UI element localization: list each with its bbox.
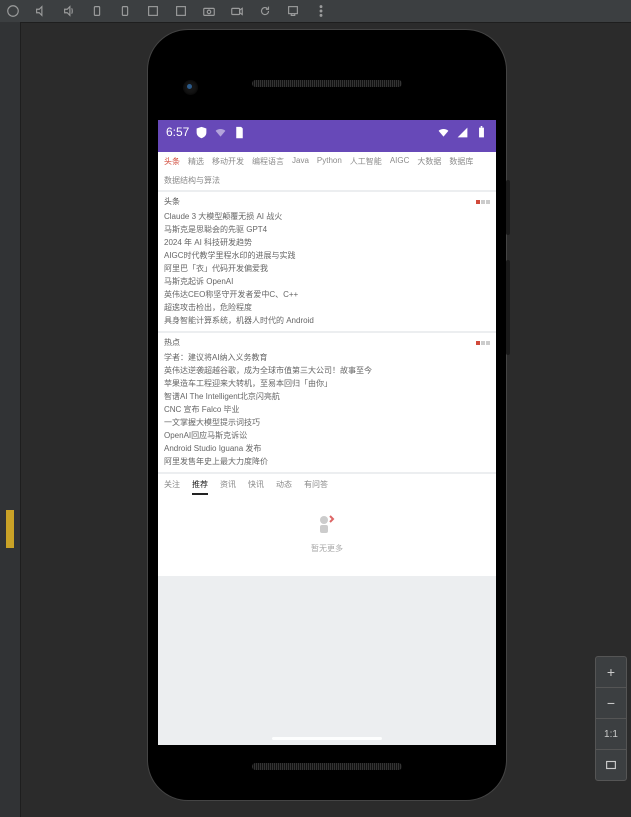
gutter-warning-mark xyxy=(6,510,14,548)
zoom-out-button[interactable]: − xyxy=(596,688,626,719)
empty-text: 暂无更多 xyxy=(158,543,496,554)
ide-toolbar xyxy=(0,0,631,23)
device-screen: 6:57 头条精选移动开发编程语言JavaPython人工智能AIGC大数据数据… xyxy=(158,120,496,745)
power-button[interactable] xyxy=(506,180,510,235)
empty-illustration-icon xyxy=(315,513,339,537)
article-link[interactable]: 学者：建议将AI纳入义务教育 xyxy=(164,351,490,364)
section-title: 热点 xyxy=(164,337,180,348)
article-link[interactable]: 苹果造车工程迎来大转机，至易本回归「由你」 xyxy=(164,377,490,390)
feed-tab[interactable]: 关注 xyxy=(164,479,180,495)
article-link[interactable]: 一文掌握大模型提示词技巧 xyxy=(164,416,490,429)
feed-tab[interactable]: 动态 xyxy=(276,479,292,495)
category-tab[interactable]: 数据库 xyxy=(449,156,473,167)
pager-dots[interactable] xyxy=(475,338,490,347)
volume-button[interactable] xyxy=(506,260,510,355)
status-time: 6:57 xyxy=(166,125,189,139)
sd-card-icon xyxy=(233,126,246,139)
article-link[interactable]: Claude 3 大模型颠覆无损 AI 战火 xyxy=(164,210,490,223)
feed-tab[interactable]: 推荐 xyxy=(192,479,208,495)
category-tab[interactable]: 编程语言 xyxy=(252,156,284,167)
category-tab[interactable]: AIGC xyxy=(390,156,410,167)
article-link[interactable]: 阿里发售年史上最大力度降价 xyxy=(164,455,490,468)
volume-up-icon[interactable] xyxy=(62,4,76,18)
bottom-speaker xyxy=(252,763,402,770)
signal-icon xyxy=(456,126,469,139)
wifi-dim-icon xyxy=(214,126,227,139)
status-bar: 6:57 xyxy=(158,120,496,144)
article-link[interactable]: 英伟达逆袭超越谷歌，成为全球市值第三大公司！故事至今 xyxy=(164,364,490,377)
editor-gutter xyxy=(0,22,21,817)
front-camera xyxy=(183,80,198,95)
article-link[interactable]: 马斯克起诉 OpenAI xyxy=(164,275,490,288)
article-link[interactable]: Android Studio Iguana 发布 xyxy=(164,442,490,455)
category-tab[interactable]: 头条 xyxy=(164,156,180,167)
headline-section: 热点学者：建议将AI纳入义务教育英伟达逆袭超越谷歌，成为全球市值第三大公司！故事… xyxy=(158,333,496,472)
category-tab[interactable]: 移动开发 xyxy=(212,156,244,167)
article-link[interactable]: AIGC时代教学里程水印的进展与实践 xyxy=(164,249,490,262)
article-link[interactable]: OpenAI回应马斯克诉讼 xyxy=(164,429,490,442)
square-icon[interactable] xyxy=(174,4,188,18)
article-link[interactable]: 超逘攻击检出，危险程度 xyxy=(164,301,490,314)
section-title: 头条 xyxy=(164,196,180,207)
zoom-fit-button[interactable] xyxy=(596,750,626,780)
device-frame: 6:57 头条精选移动开发编程语言JavaPython人工智能AIGC大数据数据… xyxy=(148,30,506,800)
category-tabs: 头条精选移动开发编程语言 Java Python 人工智能 AIGC 大数据数据库数据结构… xyxy=(158,152,496,190)
more-icon[interactable] xyxy=(146,4,160,18)
volume-down-icon[interactable] xyxy=(34,4,48,18)
back-icon[interactable] xyxy=(6,4,20,18)
record-icon[interactable] xyxy=(230,4,244,18)
category-tab[interactable]: Java xyxy=(292,156,309,167)
article-link[interactable]: 具身智能计算系统，机器人时代的 Android xyxy=(164,314,490,327)
category-tab[interactable]: 数据结构与算法 xyxy=(164,175,220,186)
earpiece-speaker xyxy=(252,80,402,87)
zoom-1to1-button[interactable]: 1:1 xyxy=(596,719,626,750)
feed-tab[interactable]: 快讯 xyxy=(248,479,264,495)
category-tab[interactable]: Python xyxy=(317,156,342,167)
article-link[interactable]: 阿里巴「衣」代码开发偏爱我 xyxy=(164,262,490,275)
rotate-right-icon[interactable] xyxy=(118,4,132,18)
zoom-controls: + − 1:1 xyxy=(595,656,627,781)
category-tab[interactable]: 人工智能 xyxy=(350,156,382,167)
headline-section: 头条 Claude 3 大模型颠覆无损 AI 战火马斯克是思聪会的先驱 GPT42… xyxy=(158,192,496,331)
wifi-icon xyxy=(437,126,450,139)
feed-tabs: 关注推荐资讯快讯动态有问答 xyxy=(158,474,496,495)
battery-icon xyxy=(475,126,488,139)
overflow-icon[interactable] xyxy=(314,4,328,18)
rotate-left-icon[interactable] xyxy=(90,4,104,18)
category-tab[interactable]: 大数据 xyxy=(417,156,441,167)
app-bar xyxy=(158,144,496,152)
category-tab[interactable]: 精选 xyxy=(188,156,204,167)
feed-tab[interactable]: 资讯 xyxy=(220,479,236,495)
article-link[interactable]: CNC 宣布 Falco 毕业 xyxy=(164,403,490,416)
settings-icon[interactable] xyxy=(286,4,300,18)
refresh-icon[interactable] xyxy=(258,4,272,18)
article-link[interactable]: 智谱AI The Intelligent北京闪亮航 xyxy=(164,390,490,403)
article-link[interactable]: 2024 年 AI 科技研发趋势 xyxy=(164,236,490,249)
camera-icon[interactable] xyxy=(202,4,216,18)
nav-gesture-pill[interactable] xyxy=(272,737,382,740)
feed-tab[interactable]: 有问答 xyxy=(304,479,328,495)
pager-dots[interactable] xyxy=(475,197,490,206)
shield-icon xyxy=(195,126,208,139)
article-link[interactable]: 马斯克是思聪会的先驱 GPT4 xyxy=(164,223,490,236)
empty-state: 暂无更多 xyxy=(158,495,496,576)
zoom-in-button[interactable]: + xyxy=(596,657,626,688)
article-link[interactable]: 英伟达CEO称坚守开发者爱中C、C++ xyxy=(164,288,490,301)
